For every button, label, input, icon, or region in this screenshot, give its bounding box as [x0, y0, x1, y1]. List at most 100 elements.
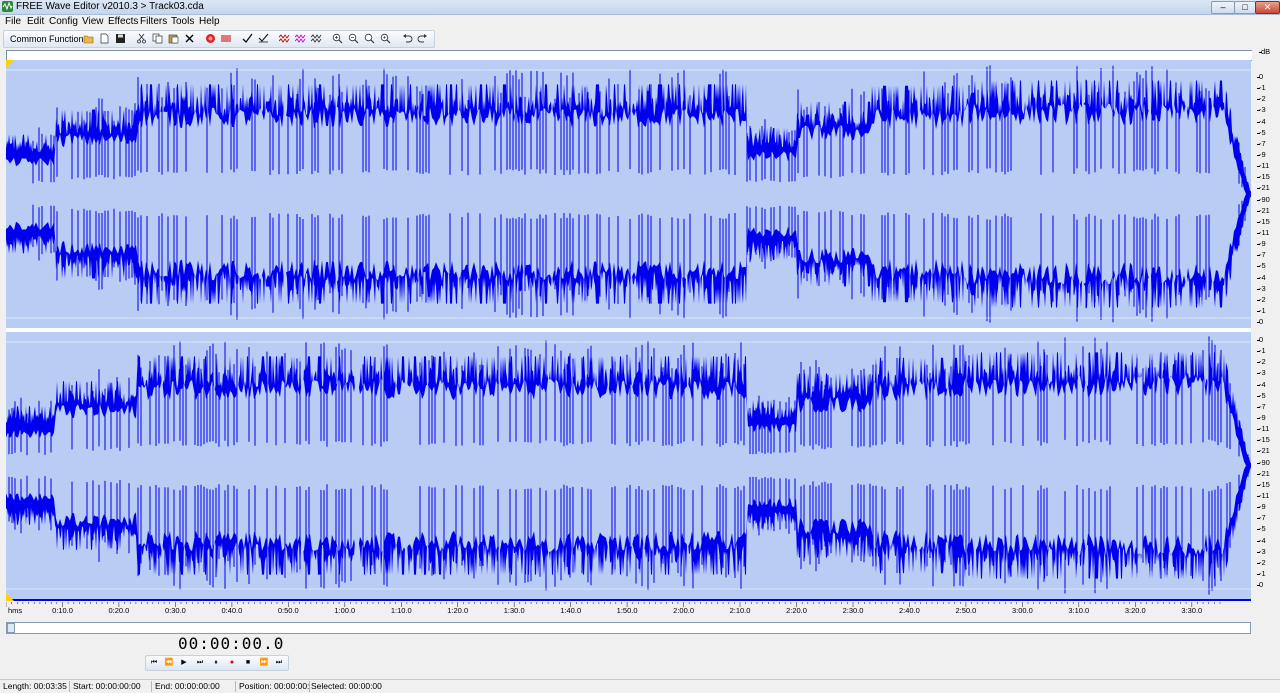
db-tick-label: -9 — [1257, 239, 1266, 248]
wave-multi-icon[interactable] — [311, 33, 322, 44]
db-tick-label: -15 — [1257, 216, 1270, 226]
open-icon[interactable] — [83, 33, 94, 44]
db-tick-label: -15 — [1257, 479, 1270, 489]
db-tick-label: -90 — [1257, 194, 1270, 204]
time-tick-label: 1:50.0 — [616, 606, 638, 615]
maximize-button[interactable]: □ — [1234, 1, 1256, 14]
time-tick-label: 3:30.0 — [1181, 606, 1203, 615]
record-icon[interactable] — [205, 33, 216, 44]
wave-icon[interactable] — [279, 33, 290, 44]
menu-bar: File Edit Config View Effects Filters To… — [0, 15, 1280, 29]
horizontal-scrollbar[interactable] — [6, 622, 1251, 634]
common-functions-toolbar: Common Functions: — [3, 30, 435, 48]
save-icon[interactable] — [115, 33, 126, 44]
zoom-fit-icon[interactable] — [364, 33, 375, 44]
end-marker[interactable] — [6, 593, 14, 601]
db-tick-label: -90 — [1257, 457, 1270, 467]
db-tick-label: -21 — [1257, 183, 1270, 193]
time-tick-label: 2:20.0 — [786, 606, 807, 615]
delete-icon[interactable] — [184, 33, 195, 44]
time-tick-label: 0:40.0 — [221, 606, 243, 615]
time-tick-label: 3:00.0 — [1011, 606, 1033, 615]
redo-icon[interactable] — [417, 33, 428, 44]
check-icon[interactable] — [242, 33, 253, 44]
db-tick-label: -15 — [1257, 172, 1270, 182]
play-button[interactable]: ▶ — [177, 657, 191, 669]
play-to-end-button[interactable]: ⏭ — [193, 657, 207, 669]
db-tick-label: -5 — [1257, 261, 1266, 271]
fast-forward-button[interactable]: ⏩ — [257, 657, 271, 669]
status-selected: Selected: 00:00:00 — [311, 681, 382, 691]
db-tick-label: -15 — [1257, 435, 1270, 445]
db-unit-label: dB — [1258, 47, 1271, 56]
zoom-full-icon[interactable] — [380, 33, 391, 44]
transport-controls: ⏮ ⏪ ▶ ⏭ ⏸ ● ■ ⏩ ⏭ — [145, 655, 289, 671]
db-tick-label: -11 — [1256, 424, 1270, 434]
zoom-out-icon[interactable] — [348, 33, 359, 44]
waveform-channel-left[interactable] — [6, 60, 1251, 328]
waveform-right-svg — [6, 332, 1251, 599]
time-tick-label: 0:30.0 — [164, 606, 186, 615]
time-unit-label: hms — [8, 606, 23, 615]
rewind-button[interactable]: ⏪ — [162, 657, 176, 669]
go-start-button[interactable]: ⏮ — [147, 657, 161, 669]
status-bar: Length: 00:03:35 Start: 00:00:00:00 End:… — [0, 679, 1280, 693]
window-title: FREE Wave Editor v2010.3 > Track03.cda — [16, 1, 204, 12]
db-tick-label: -5 — [1257, 127, 1266, 137]
db-scale: dB 0 -1 -2 -3 -4 -5 -7 -9 -11 -15 -21 -90 -21 -15 -11-… — [1252, 48, 1280, 603]
db-tick-label: -3 — [1257, 283, 1266, 293]
go-end-button[interactable]: ⏭ — [272, 657, 286, 669]
minimize-button[interactable]: – — [1211, 1, 1235, 14]
db-tick-label: -7 — [1257, 138, 1266, 148]
db-tick-label: -4 — [1257, 535, 1266, 545]
menu-config[interactable]: Config — [49, 16, 78, 28]
menu-tools[interactable]: Tools — [171, 16, 194, 28]
time-tick-label: 3:10.0 — [1068, 606, 1090, 615]
time-ruler[interactable]: hms 0:10.0 0:20.0 0:30.0 0:40.0 0:50.0 1:00.0… — [6, 602, 1251, 616]
close-button[interactable]: ✕ — [1255, 1, 1280, 14]
time-tick-label: 1:00.0 — [334, 606, 356, 615]
menu-effects[interactable]: Effects — [108, 16, 138, 28]
menu-file[interactable]: File — [5, 16, 21, 28]
waveform-area[interactable] — [6, 60, 1251, 601]
time-tick-label: 0:20.0 — [108, 606, 130, 615]
db-tick-label: -21 — [1257, 205, 1270, 215]
db-tick-label: -9 — [1257, 150, 1266, 159]
status-end: End: 00:00:00:00 — [152, 681, 236, 692]
wave-alt-icon[interactable] — [295, 33, 306, 44]
undo-icon[interactable] — [402, 33, 413, 44]
paste-icon[interactable] — [168, 33, 179, 44]
db-tick-label: -11 — [1256, 227, 1270, 237]
db-tick-label: -9 — [1257, 413, 1266, 422]
start-marker[interactable] — [6, 60, 14, 68]
stop-button[interactable]: ■ — [241, 657, 255, 669]
record-button[interactable]: ● — [225, 657, 239, 669]
new-icon[interactable] — [99, 33, 110, 44]
time-tick-label: 1:20.0 — [447, 606, 469, 615]
menu-filters[interactable]: Filters — [140, 16, 167, 28]
time-tick-label: 2:50.0 — [955, 606, 977, 615]
db-tick-label: -7 — [1257, 401, 1266, 411]
db-tick-label: -2 — [1257, 357, 1266, 367]
db-tick-label: 0 — [1256, 317, 1264, 326]
time-tick-label: 1:30.0 — [503, 606, 525, 615]
trim-icon[interactable] — [221, 33, 232, 44]
db-tick-label: -7 — [1257, 513, 1266, 523]
waveform-channel-right[interactable] — [6, 332, 1251, 599]
time-display: 00:00:00.0 — [178, 634, 285, 653]
menu-help[interactable]: Help — [199, 16, 220, 28]
status-length: Length: 00:03:35 — [0, 681, 70, 692]
status-position: Position: 00:00:00:00 — [236, 681, 310, 692]
waveform-left-svg — [6, 60, 1251, 328]
pause-button[interactable]: ⏸ — [209, 657, 223, 669]
copy-icon[interactable] — [152, 33, 163, 44]
db-tick-label: -3 — [1257, 368, 1266, 378]
scrollbar-thumb[interactable] — [7, 623, 15, 633]
db-tick-label: -2 — [1257, 94, 1266, 104]
check-all-icon[interactable] — [258, 33, 269, 44]
toolbar-label: Common Functions: — [10, 34, 91, 44]
menu-edit[interactable]: Edit — [27, 16, 44, 28]
cut-icon[interactable] — [136, 33, 147, 44]
menu-view[interactable]: View — [82, 16, 104, 28]
zoom-in-icon[interactable] — [332, 33, 343, 44]
